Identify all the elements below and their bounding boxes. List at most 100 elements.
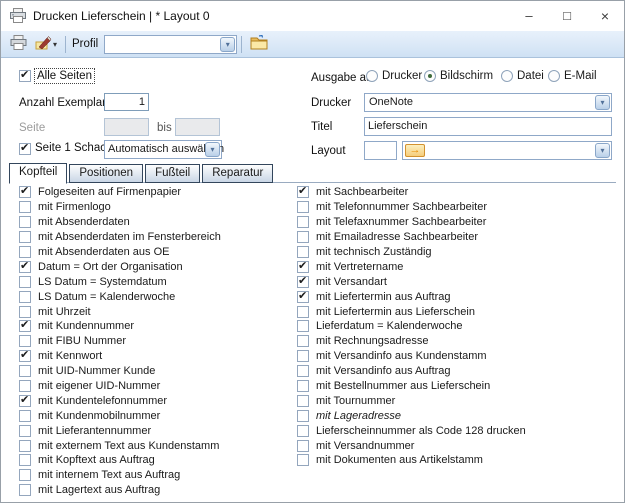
profil-combobox[interactable]: ▾ [104, 35, 237, 54]
option-row[interactable]: mit Kopftext aus Auftrag [19, 453, 291, 468]
chevron-down-icon[interactable]: ▾ [220, 37, 235, 52]
option-row[interactable]: mit Versandinfo aus Kundenstamm [297, 349, 619, 364]
checkbox-icon[interactable] [19, 261, 31, 273]
checkbox-icon[interactable] [19, 395, 31, 407]
checkbox-icon[interactable] [19, 454, 31, 466]
chevron-down-icon[interactable]: ▾ [205, 142, 220, 157]
checkbox-icon[interactable] [19, 469, 31, 481]
checkbox-icon[interactable] [19, 320, 31, 332]
option-row[interactable]: mit Kundennummer [19, 319, 291, 334]
option-row[interactable]: mit Telefaxnummer Sachbearbeiter [297, 215, 619, 230]
option-row[interactable]: mit Uhrzeit [19, 304, 291, 319]
schacht-combobox[interactable]: Automatisch auswählen ▾ [104, 140, 222, 159]
titel-input[interactable]: Lieferschein [364, 117, 612, 136]
checkbox-icon[interactable] [297, 350, 309, 362]
layout-number-input[interactable] [364, 141, 397, 160]
checkbox-icon[interactable] [19, 276, 31, 288]
checkbox-icon[interactable] [19, 335, 31, 347]
option-row[interactable]: mit Dokumenten aus Artikelstamm [297, 453, 619, 468]
option-row[interactable]: mit FIBU Nummer [19, 334, 291, 349]
option-row[interactable]: mit Firmenlogo [19, 200, 291, 215]
option-row[interactable]: mit Emailadresse Sachbearbeiter [297, 230, 619, 245]
checkbox-icon[interactable] [19, 365, 31, 377]
option-row[interactable]: mit externem Text aus Kundenstamm [19, 438, 291, 453]
layout-combobox[interactable]: → ▾ [402, 141, 612, 160]
edit-profile-button[interactable]: ▾ [31, 33, 61, 55]
checkbox-icon[interactable] [297, 410, 309, 422]
checkbox-icon[interactable] [19, 186, 31, 198]
chevron-down-icon[interactable]: ▾ [595, 143, 610, 158]
checkbox-icon[interactable] [297, 454, 309, 466]
checkbox-icon[interactable] [297, 216, 309, 228]
option-row[interactable]: mit Vertretername [297, 259, 619, 274]
checkbox-icon[interactable] [297, 186, 309, 198]
radio-icon[interactable] [366, 70, 378, 82]
radio-e-mail[interactable]: E-Mail [548, 70, 597, 82]
maximize-button[interactable]: □ [548, 1, 586, 31]
open-profile-button[interactable] [246, 33, 272, 55]
option-row[interactable]: mit Liefertermin aus Auftrag [297, 289, 619, 304]
option-row[interactable]: mit Absenderdaten [19, 215, 291, 230]
checkbox-icon[interactable] [297, 395, 309, 407]
radio-icon[interactable] [501, 70, 513, 82]
checkbox-icon[interactable] [19, 306, 31, 318]
alle-seiten-checkbox[interactable] [19, 70, 31, 82]
checkbox-icon[interactable] [19, 201, 31, 213]
radio-icon[interactable] [548, 70, 560, 82]
checkbox-icon[interactable] [297, 320, 309, 332]
tab-kopfteil[interactable]: Kopfteil [9, 163, 67, 184]
print-button[interactable] [6, 33, 31, 55]
option-row[interactable]: mit Telefonnummer Sachbearbeiter [297, 200, 619, 215]
checkbox-icon[interactable] [19, 380, 31, 392]
checkbox-icon[interactable] [297, 425, 309, 437]
checkbox-icon[interactable] [19, 350, 31, 362]
tab-reparatur[interactable]: Reparatur [202, 164, 273, 183]
checkbox-icon[interactable] [297, 335, 309, 347]
chevron-down-icon[interactable]: ▾ [595, 95, 610, 110]
option-row[interactable]: mit Versandart [297, 274, 619, 289]
checkbox-icon[interactable] [19, 440, 31, 452]
anzahl-exemplare-input[interactable]: 1 [104, 93, 149, 111]
option-row[interactable]: Lieferscheinnummer als Code 128 drucken [297, 423, 619, 438]
option-row[interactable]: mit Versandnummer [297, 438, 619, 453]
option-row[interactable]: LS Datum = Kalenderwoche [19, 289, 291, 304]
checkbox-icon[interactable] [297, 246, 309, 258]
checkbox-icon[interactable] [19, 291, 31, 303]
option-row[interactable]: mit Kennwort [19, 349, 291, 364]
checkbox-icon[interactable] [297, 276, 309, 288]
option-row[interactable]: mit Versandinfo aus Auftrag [297, 364, 619, 379]
option-row[interactable]: Folgeseiten auf Firmenpapier [19, 185, 291, 200]
checkbox-icon[interactable] [297, 261, 309, 273]
checkbox-icon[interactable] [297, 291, 309, 303]
seite1-schacht-checkbox[interactable] [19, 143, 31, 155]
checkbox-icon[interactable] [19, 425, 31, 437]
checkbox-icon[interactable] [19, 410, 31, 422]
option-row[interactable]: mit eigener UID-Nummer [19, 379, 291, 394]
option-row[interactable]: mit Absenderdaten im Fensterbereich [19, 230, 291, 245]
orange-arrow-icon[interactable]: → [405, 144, 425, 157]
close-button[interactable]: × [586, 1, 624, 31]
option-row[interactable]: mit Bestellnummer aus Lieferschein [297, 379, 619, 394]
option-row[interactable]: Datum = Ort der Organisation [19, 259, 291, 274]
tab-fu-teil[interactable]: Fußteil [145, 164, 200, 183]
option-row[interactable]: mit technisch Zuständig [297, 245, 619, 260]
option-row[interactable]: mit Rechnungsadresse [297, 334, 619, 349]
checkbox-icon[interactable] [297, 306, 309, 318]
drucker-combobox[interactable]: OneNote ▾ [364, 93, 612, 112]
option-row[interactable]: LS Datum = Systemdatum [19, 274, 291, 289]
option-row[interactable]: mit Kundentelefonnummer [19, 393, 291, 408]
option-row[interactable]: Lieferdatum = Kalenderwoche [297, 319, 619, 334]
option-row[interactable]: mit Sachbearbeiter [297, 185, 619, 200]
radio-datei[interactable]: Datei [501, 70, 544, 82]
option-row[interactable]: mit Absenderdaten aus OE [19, 245, 291, 260]
alle-seiten-label[interactable]: Alle Seiten [35, 69, 94, 83]
checkbox-icon[interactable] [297, 201, 309, 213]
radio-bildschirm[interactable]: Bildschirm [424, 70, 493, 82]
option-row[interactable]: mit Lagertext aus Auftrag [19, 483, 291, 498]
checkbox-icon[interactable] [19, 246, 31, 258]
tab-positionen[interactable]: Positionen [69, 164, 143, 183]
radio-icon[interactable] [424, 70, 436, 82]
minimize-button[interactable]: – [510, 1, 548, 31]
option-row[interactable]: mit Liefertermin aus Lieferschein [297, 304, 619, 319]
checkbox-icon[interactable] [19, 216, 31, 228]
